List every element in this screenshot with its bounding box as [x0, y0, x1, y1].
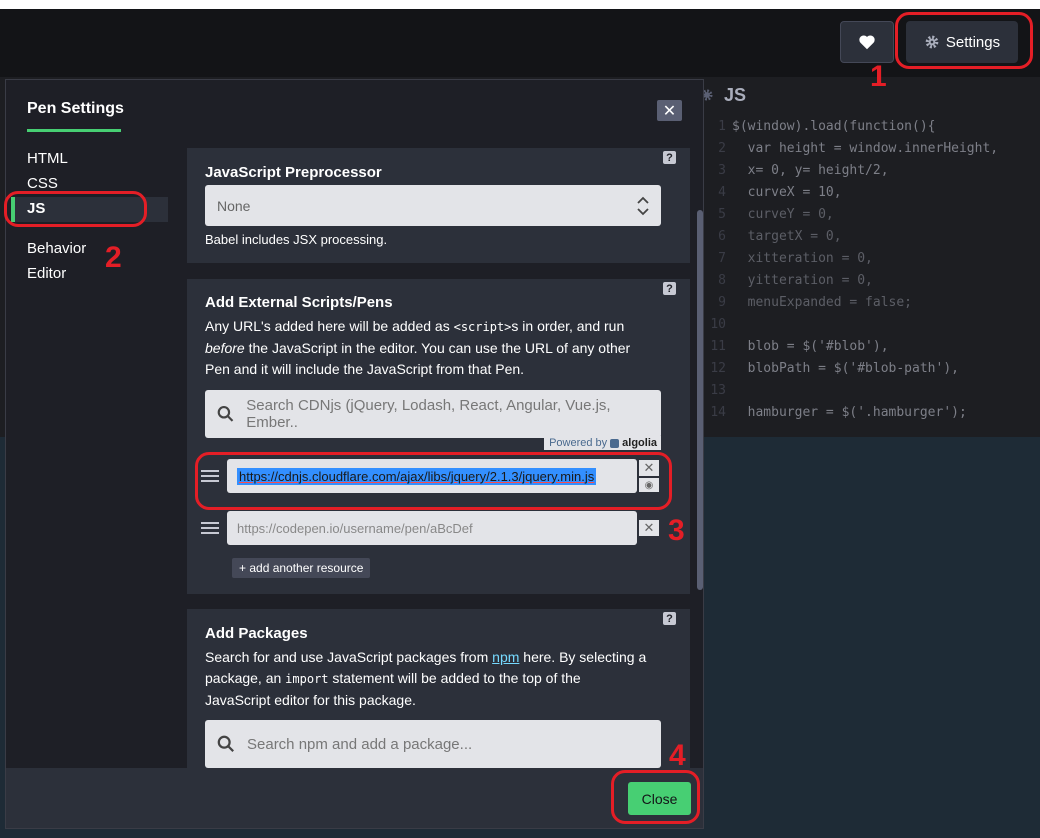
annotation-number: 2	[105, 241, 122, 274]
code-line: 14 hamburger = $('.hamburger');	[710, 405, 967, 420]
annotation-box-close	[611, 770, 700, 824]
resource-url-input[interactable]: https://codepen.io/username/pen/aBcDef	[227, 511, 637, 545]
title-underline	[27, 129, 121, 132]
help-icon[interactable]: ?	[663, 151, 676, 164]
cdnjs-search-placeholder: Search CDNjs (jQuery, Lodash, React, Ang…	[246, 397, 611, 431]
annotation-number: 1	[870, 60, 887, 93]
cdnjs-search-input[interactable]: Search CDNjs (jQuery, Lodash, React, Ang…	[205, 390, 661, 438]
search-icon	[217, 735, 234, 752]
preprocessor-selected: None	[217, 197, 251, 214]
search-icon	[217, 406, 234, 422]
code-line: 6 targetX = 0,	[718, 229, 842, 244]
npm-link[interactable]: npm	[492, 649, 519, 665]
annotation-number: 3	[668, 514, 685, 547]
modal-title: Pen Settings	[27, 100, 124, 117]
heart-icon	[859, 35, 875, 50]
annotation-box-js	[4, 191, 147, 227]
external-scripts-description: Any URL's added here will be added as <s…	[205, 318, 631, 377]
add-resource-button[interactable]: + add another resource	[232, 558, 371, 578]
nav-item-css[interactable]: CSS	[27, 175, 58, 192]
modal-footer	[6, 768, 703, 828]
preprocessor-select[interactable]: None	[205, 185, 661, 226]
modal-scrollbar[interactable]	[697, 210, 703, 590]
js-panel-title: JS	[724, 84, 747, 105]
preprocessor-card: JavaScript Preprocessor ? None Babel inc…	[187, 148, 690, 263]
help-icon[interactable]: ?	[663, 282, 676, 295]
code-line: 8 yitteration = 0,	[718, 273, 873, 288]
remove-resource-button[interactable]: ✕	[639, 520, 659, 536]
preprocessor-note: Babel includes JSX processing.	[205, 232, 388, 247]
annotation-box-resource	[195, 452, 672, 510]
code-line: 9 menuExpanded = false;	[718, 295, 913, 310]
code-line: 11 blob = $('#blob'),	[710, 339, 889, 354]
npm-search-placeholder: Search npm and add a package...	[247, 735, 473, 753]
resource-row: https://codepen.io/username/pen/aBcDef ✕	[201, 511, 661, 545]
modal-close-button[interactable]: ✕	[657, 100, 682, 121]
nav-item-html[interactable]: HTML	[27, 150, 68, 167]
resource-url-placeholder: https://codepen.io/username/pen/aBcDef	[237, 520, 473, 536]
code-line: 13	[710, 383, 726, 398]
code-line: 4 curveX = 10,	[718, 185, 842, 200]
help-icon[interactable]: ?	[663, 612, 676, 625]
packages-card: Add Packages ? Search for and use JavaSc…	[187, 609, 690, 770]
code-line: 1 $(window).load(function(){	[718, 119, 936, 134]
code-line: 2 var height = window.innerHeight,	[718, 141, 999, 156]
code-line: 7 xitteration = 0,	[718, 251, 873, 266]
nav-item-editor[interactable]: Editor	[27, 265, 66, 282]
algolia-logo-icon	[610, 438, 620, 448]
powered-by-algolia[interactable]: Powered by algolia	[544, 436, 661, 450]
js-code-editor[interactable]: 1 $(window).load(function(){ 2 var height…	[706, 116, 1040, 424]
top-strip	[0, 0, 1040, 9]
code-line: 10	[710, 317, 726, 332]
drag-handle-icon[interactable]	[201, 519, 219, 537]
npm-search-input[interactable]: Search npm and add a package...	[205, 720, 661, 768]
annotation-number: 4	[669, 739, 686, 772]
external-scripts-title: Add External Scripts/Pens	[205, 294, 393, 311]
close-icon: ✕	[643, 520, 655, 535]
nav-item-behavior[interactable]: Behavior	[27, 240, 86, 257]
settings-content: JavaScript Preprocessor ? None Babel inc…	[187, 130, 690, 770]
annotation-box-settings	[895, 12, 1033, 69]
packages-title: Add Packages	[205, 625, 308, 642]
code-line: 3 x= 0, y= height/2,	[718, 163, 889, 178]
packages-description: Search for and use JavaScript packages f…	[205, 649, 647, 708]
external-scripts-card: Add External Scripts/Pens ? Any URL's ad…	[187, 279, 690, 594]
code-line: 5 curveY = 0,	[718, 207, 834, 222]
code-line: 12 blobPath = $('#blob-path'),	[710, 361, 959, 376]
heart-button[interactable]	[840, 21, 894, 63]
close-icon: ✕	[662, 102, 677, 120]
preprocessor-title: JavaScript Preprocessor	[205, 164, 382, 181]
updown-chevron-icon	[637, 196, 649, 215]
